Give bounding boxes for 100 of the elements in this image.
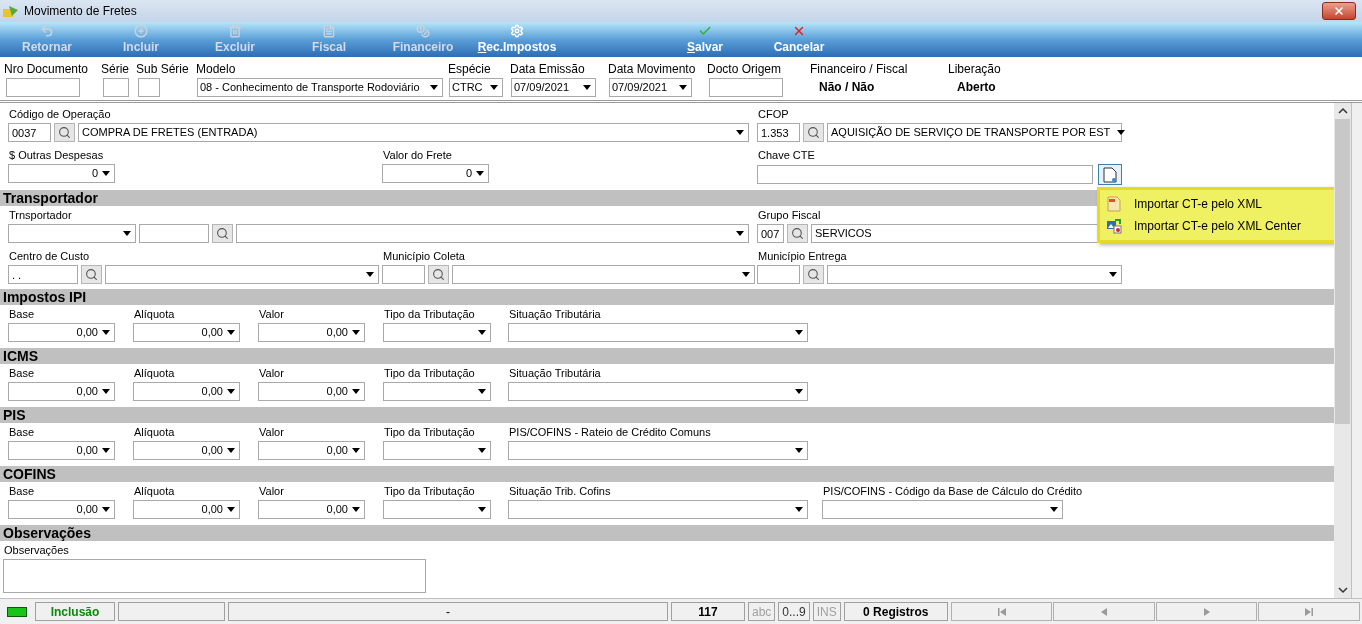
text-field[interactable]: 007 bbox=[757, 224, 784, 243]
dropdown[interactable] bbox=[383, 382, 491, 401]
lookup-button[interactable] bbox=[803, 123, 824, 142]
xml-file-icon bbox=[1106, 196, 1122, 212]
field-label: Alíquota bbox=[133, 307, 176, 322]
caret-icon bbox=[227, 330, 235, 335]
caret-icon bbox=[795, 507, 803, 512]
field-label: Valor bbox=[258, 366, 285, 381]
toolbar-button[interactable]: Salvar bbox=[658, 22, 752, 57]
field-label: PIS/COFINS - Código da Base de Cálculo do Crédito bbox=[822, 484, 1084, 499]
dropdown[interactable]: 07/09/2021 bbox=[511, 78, 596, 97]
caret-icon bbox=[742, 272, 750, 277]
field-label: Série bbox=[101, 61, 130, 78]
status-count: 117 bbox=[671, 602, 745, 621]
search-icon bbox=[58, 126, 71, 139]
field-label: Centro de Custo bbox=[8, 249, 91, 264]
lookup-button[interactable] bbox=[428, 265, 449, 284]
search-icon bbox=[85, 268, 98, 281]
section-header: Observações bbox=[0, 525, 1334, 541]
field-label: Tipo da Tributação bbox=[383, 366, 476, 381]
dropdown[interactable] bbox=[383, 323, 491, 342]
previous-icon bbox=[1099, 606, 1110, 617]
text-field[interactable] bbox=[757, 165, 1093, 184]
dropdown[interactable]: CTRC bbox=[449, 78, 503, 97]
numeric-dropdown[interactable]: 0,00 bbox=[258, 441, 365, 460]
import-button[interactable] bbox=[1098, 164, 1122, 185]
numeric-dropdown[interactable]: 0,00 bbox=[8, 382, 115, 401]
plus-circle-icon bbox=[134, 23, 148, 38]
status-value: Aberto bbox=[956, 79, 997, 96]
numeric-dropdown[interactable]: 0,00 bbox=[258, 500, 365, 519]
numeric-dropdown[interactable]: 0,00 bbox=[8, 500, 115, 519]
key-indicator: INS bbox=[812, 602, 841, 621]
lookup-button[interactable] bbox=[212, 224, 233, 243]
lookup-button[interactable] bbox=[803, 265, 824, 284]
dropdown[interactable] bbox=[8, 224, 136, 243]
caret-icon bbox=[478, 448, 486, 453]
mode-indicator: Inclusão bbox=[35, 602, 115, 621]
dropdown[interactable] bbox=[452, 265, 755, 284]
numeric-dropdown[interactable]: 0,00 bbox=[133, 441, 240, 460]
field-label: Tipo da Tributação bbox=[383, 425, 476, 440]
caret-icon bbox=[1109, 272, 1117, 277]
notes-field[interactable] bbox=[3, 559, 426, 593]
numeric-dropdown[interactable]: 0 bbox=[382, 164, 489, 183]
dropdown[interactable] bbox=[383, 441, 491, 460]
key-indicator: abc bbox=[748, 602, 776, 621]
close-button[interactable] bbox=[1322, 2, 1356, 20]
dropdown[interactable] bbox=[508, 323, 808, 342]
dropdown[interactable] bbox=[105, 265, 379, 284]
numeric-dropdown[interactable]: 0,00 bbox=[258, 382, 365, 401]
text-field[interactable] bbox=[757, 265, 800, 284]
dropdown[interactable]: AQUISIÇÃO DE SERVIÇO DE TRANSPORTE POR EST bbox=[827, 123, 1122, 142]
field-label: Sub Série bbox=[136, 61, 190, 78]
text-field[interactable]: 1.353 bbox=[757, 123, 800, 142]
field-label: $ Outras Despesas bbox=[8, 148, 105, 163]
text-field[interactable] bbox=[382, 265, 425, 284]
caret-icon bbox=[478, 507, 486, 512]
text-field[interactable] bbox=[139, 224, 209, 243]
text-field[interactable] bbox=[103, 78, 129, 97]
lookup-button[interactable] bbox=[54, 123, 75, 142]
dropdown[interactable] bbox=[822, 500, 1063, 519]
dropdown[interactable] bbox=[827, 265, 1122, 284]
field-label: Liberação bbox=[948, 61, 1002, 78]
numeric-dropdown[interactable]: 0,00 bbox=[133, 382, 240, 401]
dropdown[interactable] bbox=[508, 500, 808, 519]
text-field[interactable] bbox=[6, 78, 80, 97]
toolbar-button[interactable]: Cancelar bbox=[752, 22, 846, 57]
numeric-dropdown[interactable]: 0,00 bbox=[133, 500, 240, 519]
caret-icon bbox=[102, 330, 110, 335]
dropdown[interactable]: COMPRA DE FRETES (ENTRADA) bbox=[78, 123, 749, 142]
search-icon bbox=[216, 227, 229, 240]
field-label: Valor bbox=[258, 484, 285, 499]
numeric-dropdown[interactable]: 0,00 bbox=[133, 323, 240, 342]
caret-icon bbox=[366, 272, 374, 277]
numeric-dropdown[interactable]: 0,00 bbox=[8, 441, 115, 460]
toolbar-button[interactable]: Rec.Impostos bbox=[470, 22, 564, 57]
dropdown[interactable] bbox=[508, 441, 808, 460]
field-label: PIS/COFINS - Rateio de Crédito Comuns bbox=[508, 425, 712, 440]
caret-icon bbox=[736, 231, 744, 236]
scroll-thumb[interactable] bbox=[1335, 119, 1350, 424]
battery-icon bbox=[7, 606, 27, 617]
text-field[interactable] bbox=[138, 78, 160, 97]
text-field[interactable]: 0037 bbox=[8, 123, 51, 142]
dropdown[interactable] bbox=[236, 224, 749, 243]
scrollbar[interactable] bbox=[1334, 103, 1351, 598]
dropdown[interactable]: 08 - Conhecimento de Transporte Rodoviário bbox=[197, 78, 443, 97]
field-label: Data Movimento bbox=[608, 61, 697, 78]
caret-icon bbox=[679, 85, 687, 90]
lookup-button[interactable] bbox=[787, 224, 808, 243]
caret-icon bbox=[352, 507, 360, 512]
numeric-dropdown[interactable]: 0,00 bbox=[258, 323, 365, 342]
text-field[interactable] bbox=[709, 78, 783, 97]
numeric-dropdown[interactable]: 0,00 bbox=[8, 323, 115, 342]
dropdown[interactable] bbox=[383, 500, 491, 519]
text-field[interactable]: . . bbox=[8, 265, 78, 284]
dropdown[interactable]: 07/09/2021 bbox=[609, 78, 692, 97]
field-label: Nro Documento bbox=[4, 61, 90, 78]
status-value: Não / Não bbox=[818, 79, 876, 96]
dropdown[interactable] bbox=[508, 382, 808, 401]
lookup-button[interactable] bbox=[81, 265, 102, 284]
numeric-dropdown[interactable]: 0 bbox=[8, 164, 115, 183]
